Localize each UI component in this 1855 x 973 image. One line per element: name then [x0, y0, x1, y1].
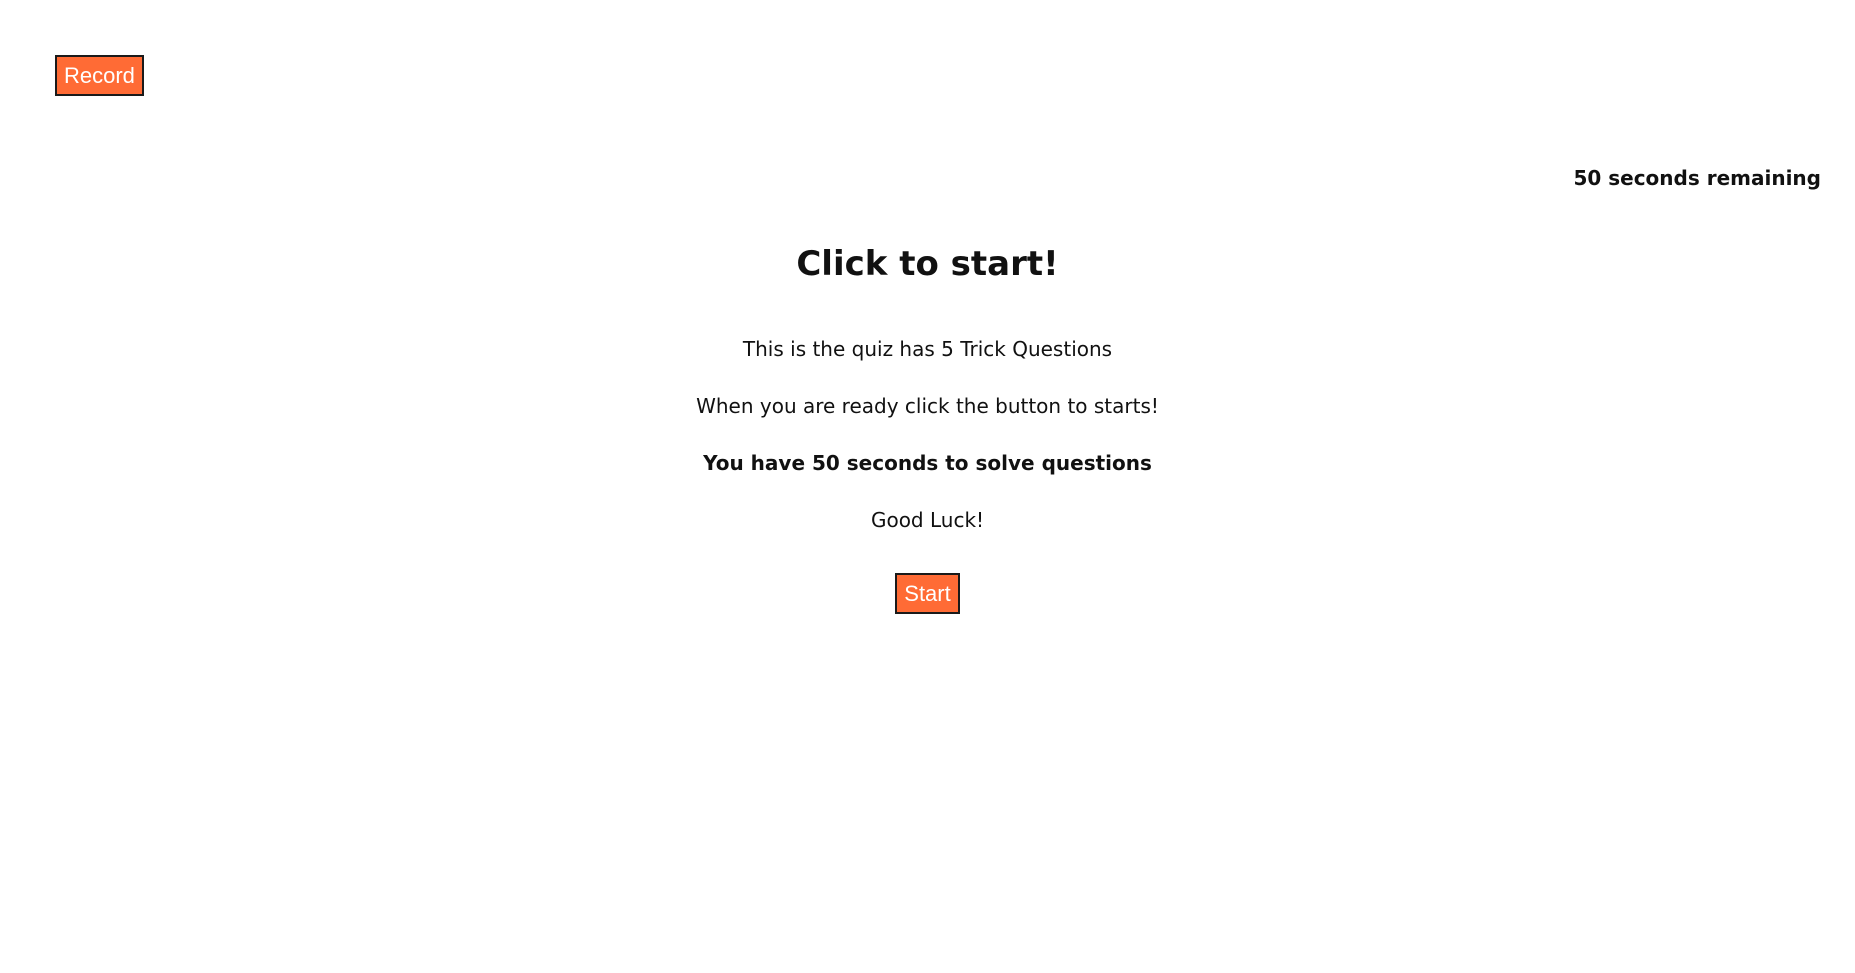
- start-button[interactable]: Start: [895, 573, 960, 614]
- quiz-page: Record 50 seconds remaining Click to sta…: [0, 0, 1855, 973]
- time-limit-notice: You have 50 seconds to solve questions: [703, 451, 1152, 475]
- page-title: Click to start!: [796, 244, 1059, 284]
- record-button[interactable]: Record: [55, 55, 144, 96]
- ready-instruction: When you are ready click the button to s…: [696, 394, 1159, 418]
- start-button-container: Start: [0, 573, 1855, 614]
- good-luck-text: Good Luck!: [870, 508, 985, 532]
- intro-section: Click to start! This is the quiz has 5 T…: [0, 240, 1855, 614]
- timer-remaining: 50 seconds remaining: [1573, 166, 1821, 190]
- quiz-description: This is the quiz has 5 Trick Questions: [742, 337, 1113, 361]
